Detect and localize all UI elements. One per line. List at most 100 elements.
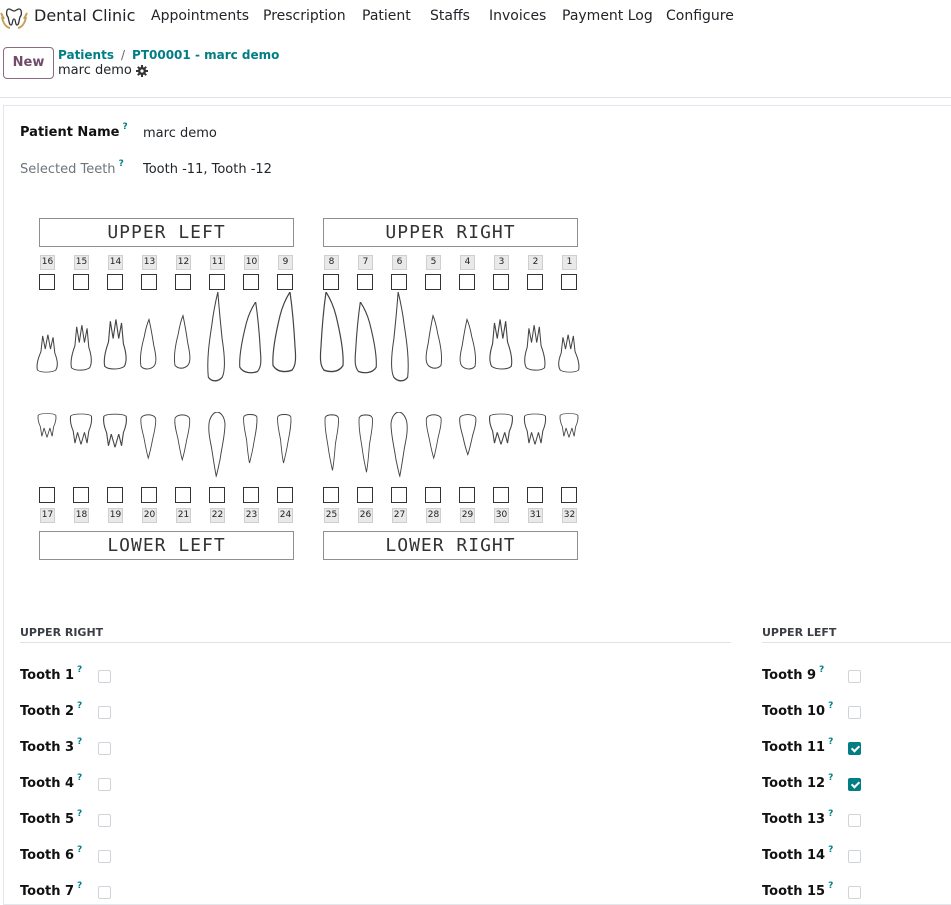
- app-name[interactable]: Dental Clinic: [34, 6, 135, 25]
- upper-tooth-icon[interactable]: [421, 312, 445, 382]
- lower-tooth-icon[interactable]: [387, 412, 411, 478]
- tooth-select-box[interactable]: [527, 487, 543, 503]
- lower-tooth-icon[interactable]: [487, 412, 515, 458]
- menu-payment-log[interactable]: Payment Log: [562, 8, 653, 24]
- tooth-checkbox[interactable]: [98, 778, 111, 791]
- tooth-select-box[interactable]: [323, 274, 339, 290]
- lower-tooth-icon[interactable]: [320, 412, 342, 476]
- new-button[interactable]: New: [3, 47, 54, 79]
- tooth-select-box[interactable]: [209, 274, 225, 290]
- tooth-select-box[interactable]: [39, 487, 55, 503]
- lower-tooth-icon[interactable]: [172, 412, 194, 468]
- tooth-select-box[interactable]: [425, 487, 441, 503]
- upper-tooth-icon[interactable]: [386, 292, 412, 382]
- menu-appointments[interactable]: Appointments: [151, 8, 249, 24]
- tooth-select-box[interactable]: [39, 274, 55, 290]
- help-icon[interactable]: ?: [77, 737, 82, 747]
- help-icon[interactable]: ?: [828, 737, 833, 747]
- help-icon[interactable]: ?: [828, 845, 833, 855]
- menu-prescription[interactable]: Prescription: [263, 8, 346, 24]
- upper-tooth-icon[interactable]: [34, 332, 60, 382]
- tooth-select-box[interactable]: [175, 487, 191, 503]
- tooth-select-box[interactable]: [323, 487, 339, 503]
- tooth-select-box[interactable]: [527, 274, 543, 290]
- lower-tooth-icon[interactable]: [522, 412, 548, 458]
- tooth-select-box[interactable]: [73, 487, 89, 503]
- help-icon[interactable]: ?: [77, 881, 82, 891]
- help-icon[interactable]: ?: [122, 122, 127, 132]
- tooth-select-box[interactable]: [243, 274, 259, 290]
- upper-tooth-icon[interactable]: [455, 316, 479, 382]
- tooth-checkbox[interactable]: [98, 742, 111, 755]
- help-icon[interactable]: ?: [119, 159, 124, 169]
- help-icon[interactable]: ?: [828, 701, 833, 711]
- tooth-checkbox[interactable]: [98, 670, 111, 683]
- lower-tooth-icon[interactable]: [68, 412, 94, 458]
- lower-tooth-icon[interactable]: [274, 412, 296, 468]
- tooth-select-box[interactable]: [561, 274, 577, 290]
- tooth-checkbox[interactable]: [98, 814, 111, 827]
- upper-tooth-icon[interactable]: [316, 292, 346, 382]
- upper-tooth-icon[interactable]: [351, 302, 379, 382]
- tooth-checkbox[interactable]: [848, 742, 861, 755]
- lower-tooth-icon[interactable]: [455, 412, 479, 462]
- tooth-select-box[interactable]: [141, 274, 157, 290]
- lower-tooth-icon[interactable]: [138, 412, 160, 466]
- tooth-select-box[interactable]: [277, 487, 293, 503]
- upper-tooth-icon[interactable]: [522, 322, 548, 382]
- help-icon[interactable]: ?: [77, 773, 82, 783]
- help-icon[interactable]: ?: [77, 845, 82, 855]
- tooth-checkbox[interactable]: [848, 814, 861, 827]
- tooth-logo-icon[interactable]: [0, 3, 28, 31]
- upper-tooth-icon[interactable]: [556, 332, 582, 382]
- tooth-checkbox[interactable]: [848, 670, 861, 683]
- help-icon[interactable]: ?: [828, 809, 833, 819]
- tooth-select-box[interactable]: [243, 487, 259, 503]
- help-icon[interactable]: ?: [77, 665, 82, 675]
- lower-tooth-icon[interactable]: [354, 412, 376, 478]
- lower-tooth-icon[interactable]: [240, 412, 262, 468]
- tooth-select-box[interactable]: [459, 274, 475, 290]
- tooth-checkbox[interactable]: [848, 778, 861, 791]
- tooth-checkbox[interactable]: [848, 850, 861, 863]
- help-icon[interactable]: ?: [819, 665, 824, 675]
- menu-invoices[interactable]: Invoices: [489, 8, 546, 24]
- help-icon[interactable]: ?: [77, 701, 82, 711]
- upper-tooth-icon[interactable]: [270, 292, 300, 382]
- upper-tooth-icon[interactable]: [68, 322, 94, 382]
- lower-tooth-icon[interactable]: [101, 412, 129, 462]
- tooth-select-box[interactable]: [493, 274, 509, 290]
- upper-tooth-icon[interactable]: [101, 316, 129, 382]
- breadcrumb-record[interactable]: PT00001 - marc demo: [132, 48, 279, 62]
- tooth-select-box[interactable]: [357, 274, 373, 290]
- tooth-select-box[interactable]: [459, 487, 475, 503]
- tooth-select-box[interactable]: [357, 487, 373, 503]
- help-icon[interactable]: ?: [77, 809, 82, 819]
- lower-tooth-icon[interactable]: [422, 412, 444, 466]
- tooth-select-box[interactable]: [425, 274, 441, 290]
- help-icon[interactable]: ?: [828, 773, 833, 783]
- breadcrumb-patients[interactable]: Patients: [58, 48, 114, 62]
- menu-configure[interactable]: Configure: [666, 8, 734, 24]
- help-icon[interactable]: ?: [828, 881, 833, 891]
- menu-staffs[interactable]: Staffs: [430, 8, 470, 24]
- tooth-select-box[interactable]: [107, 274, 123, 290]
- menu-patient[interactable]: Patient: [362, 8, 411, 24]
- tooth-select-box[interactable]: [493, 487, 509, 503]
- tooth-select-box[interactable]: [175, 274, 191, 290]
- patient-name-value[interactable]: marc demo: [143, 126, 217, 141]
- tooth-checkbox[interactable]: [98, 706, 111, 719]
- tooth-select-box[interactable]: [209, 487, 225, 503]
- tooth-select-box[interactable]: [73, 274, 89, 290]
- upper-tooth-icon[interactable]: [237, 302, 265, 382]
- lower-tooth-icon[interactable]: [36, 412, 58, 448]
- lower-tooth-icon[interactable]: [205, 412, 229, 478]
- upper-tooth-icon[interactable]: [487, 316, 515, 382]
- gear-icon[interactable]: [136, 65, 148, 77]
- tooth-select-box[interactable]: [277, 274, 293, 290]
- tooth-select-box[interactable]: [107, 487, 123, 503]
- upper-tooth-icon[interactable]: [204, 292, 230, 382]
- lower-tooth-icon[interactable]: [558, 412, 580, 448]
- tooth-select-box[interactable]: [561, 487, 577, 503]
- tooth-checkbox[interactable]: [98, 886, 111, 899]
